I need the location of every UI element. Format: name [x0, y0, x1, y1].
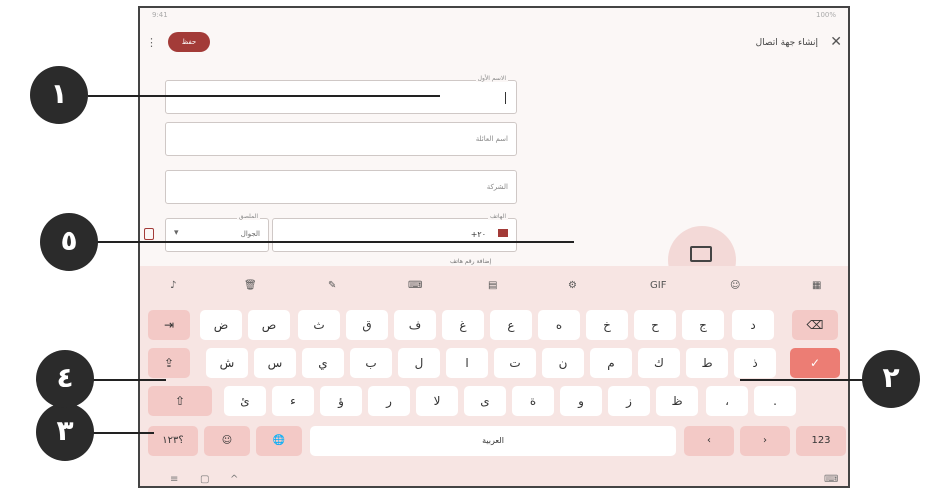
letter-key[interactable]: ي: [302, 348, 344, 378]
letter-key[interactable]: ظ: [656, 386, 698, 416]
letter-key[interactable]: ن: [542, 348, 584, 378]
cursor-right-key[interactable]: ›: [740, 426, 790, 456]
letter-key[interactable]: .: [754, 386, 796, 416]
callout-5: ٥: [40, 213, 98, 271]
first-name-label: الاسم الأول: [475, 75, 508, 82]
letter-key[interactable]: ث: [298, 310, 340, 340]
letter-key[interactable]: ر: [368, 386, 410, 416]
letter-key[interactable]: ض: [200, 310, 242, 340]
caps-key[interactable]: ⇪: [148, 348, 190, 378]
letter-key[interactable]: ل: [398, 348, 440, 378]
callout-3: ٣: [36, 403, 94, 461]
letter-key[interactable]: ع: [490, 310, 532, 340]
letter-key[interactable]: ء: [272, 386, 314, 416]
keyboard-row-2: ⇪ ش س ي ب ل ا ت ن م ك ط ذ ✓: [140, 348, 848, 378]
keyboard-row-3: ⇧ ئ ء ؤ ر لا ى ة و ز ظ ،.: [140, 386, 848, 416]
callout-2: ٢: [862, 350, 920, 408]
keyboard: ♪ 🗑 ✎ ⌨ ▤ ⚙ GIF ☺ ▦ ⇥ ض ص ث ق ف غ ع ه خ ح ج د ⌫ ⇪ ش س ي ب ل ا ت ن م ك ط ذ…: [140, 266, 848, 486]
callout-line-1: [88, 95, 440, 97]
keyboard-row-4: ؟١٢٣ ☺ 🌐 العربية ‹ › 123: [140, 426, 848, 456]
letter-key[interactable]: ى: [464, 386, 506, 416]
letter-key[interactable]: ق: [346, 310, 388, 340]
phone-field[interactable]: الهاتف +٢٠: [272, 213, 517, 252]
letter-key[interactable]: ح: [634, 310, 676, 340]
callout-4: ٤: [36, 350, 94, 408]
toolbar-item-icon[interactable]: 🗑: [244, 280, 257, 291]
last-name-placeholder: اسم العائلة: [475, 135, 508, 143]
stage: 9:41 100% ✕ إنشاء جهة اتصال حفظ ⋮ الاسم …: [0, 0, 946, 493]
letter-key[interactable]: ت: [494, 348, 536, 378]
dropdown-icon: ▾: [174, 228, 179, 238]
letter-key[interactable]: ب: [350, 348, 392, 378]
letter-key[interactable]: ؤ: [320, 386, 362, 416]
symbols-key[interactable]: ؟١٢٣: [148, 426, 198, 456]
callout-line-5: [86, 241, 574, 243]
toolbar-item-icon[interactable]: ♪: [170, 280, 176, 291]
toolbar-item-icon[interactable]: ⚙: [568, 280, 577, 291]
enter-key[interactable]: ✓: [790, 348, 840, 378]
numbers-key[interactable]: 123: [796, 426, 846, 456]
letter-key[interactable]: س: [254, 348, 296, 378]
phone-type-select[interactable]: الملصق الجوال ▾: [165, 213, 269, 252]
camera-icon: [690, 246, 712, 262]
phone-value: +٢٠: [470, 230, 486, 239]
letter-key[interactable]: و: [560, 386, 602, 416]
company-placeholder: الشركة: [486, 183, 508, 191]
cursor-left-key[interactable]: ‹: [684, 426, 734, 456]
emoji-key[interactable]: ☺: [204, 426, 250, 456]
letter-key[interactable]: ف: [394, 310, 436, 340]
toolbar-item-icon[interactable]: ☺: [730, 280, 740, 291]
text-cursor: [505, 92, 506, 104]
page-title: إنشاء جهة اتصال: [755, 38, 818, 48]
android-screen: 9:41 100% ✕ إنشاء جهة اتصال حفظ ⋮ الاسم …: [138, 6, 850, 488]
shift-key[interactable]: ⇧: [148, 386, 212, 416]
last-name-field[interactable]: اسم العائلة: [165, 122, 517, 156]
space-bar[interactable]: العربية: [310, 426, 676, 456]
letter-key[interactable]: ذ: [734, 348, 776, 378]
letter-key[interactable]: ئ: [224, 386, 266, 416]
status-battery: 100%: [815, 11, 836, 19]
toolbar-item-icon[interactable]: ▦: [812, 280, 821, 291]
label-caption: الملصق: [236, 213, 260, 220]
more-options-icon[interactable]: ⋮: [146, 36, 157, 49]
letter-key[interactable]: ش: [206, 348, 248, 378]
nav-button-icon[interactable]: ⌨: [824, 474, 838, 485]
letter-key[interactable]: ز: [608, 386, 650, 416]
toolbar-item-icon[interactable]: ▤: [488, 280, 497, 291]
letter-key[interactable]: ا: [446, 348, 488, 378]
toolbar-item-icon[interactable]: ✎: [328, 280, 336, 291]
status-time: 9:41: [152, 11, 168, 19]
close-button[interactable]: ✕: [830, 34, 842, 50]
phone-label: الهاتف: [488, 213, 508, 220]
letter-key[interactable]: ط: [686, 348, 728, 378]
letter-key[interactable]: ص: [248, 310, 290, 340]
nav-button-icon[interactable]: ≡: [170, 474, 178, 485]
toolbar-item-icon[interactable]: ⌨: [408, 280, 422, 291]
flag-icon: [498, 229, 508, 237]
letter-key[interactable]: خ: [586, 310, 628, 340]
save-button[interactable]: حفظ: [168, 32, 210, 52]
trash-icon[interactable]: [144, 228, 154, 240]
backspace-key[interactable]: ⌫: [792, 310, 838, 340]
letter-key[interactable]: م: [590, 348, 632, 378]
phone-type-value: الجوال: [240, 230, 260, 238]
nav-button-icon[interactable]: ^: [230, 474, 238, 485]
add-phone-link[interactable]: إضافة رقم هاتف: [450, 258, 491, 265]
company-field[interactable]: الشركة: [165, 170, 517, 204]
letter-key[interactable]: غ: [442, 310, 484, 340]
tab-key[interactable]: ⇥: [148, 310, 190, 340]
language-key[interactable]: 🌐: [256, 426, 302, 456]
callout-1: ١: [30, 66, 88, 124]
letter-key[interactable]: ج: [682, 310, 724, 340]
letter-key[interactable]: ة: [512, 386, 554, 416]
letter-key[interactable]: ه: [538, 310, 580, 340]
letter-key[interactable]: لا: [416, 386, 458, 416]
letter-key[interactable]: ك: [638, 348, 680, 378]
letter-key[interactable]: د: [732, 310, 774, 340]
nav-button-icon[interactable]: ▢: [200, 474, 209, 485]
toolbar-item-icon[interactable]: GIF: [650, 280, 666, 291]
keyboard-row-1: ⇥ ض ص ث ق ف غ ع ه خ ح ج د ⌫: [140, 310, 848, 340]
first-name-field[interactable]: الاسم الأول: [165, 75, 517, 114]
letter-key[interactable]: ،: [706, 386, 748, 416]
